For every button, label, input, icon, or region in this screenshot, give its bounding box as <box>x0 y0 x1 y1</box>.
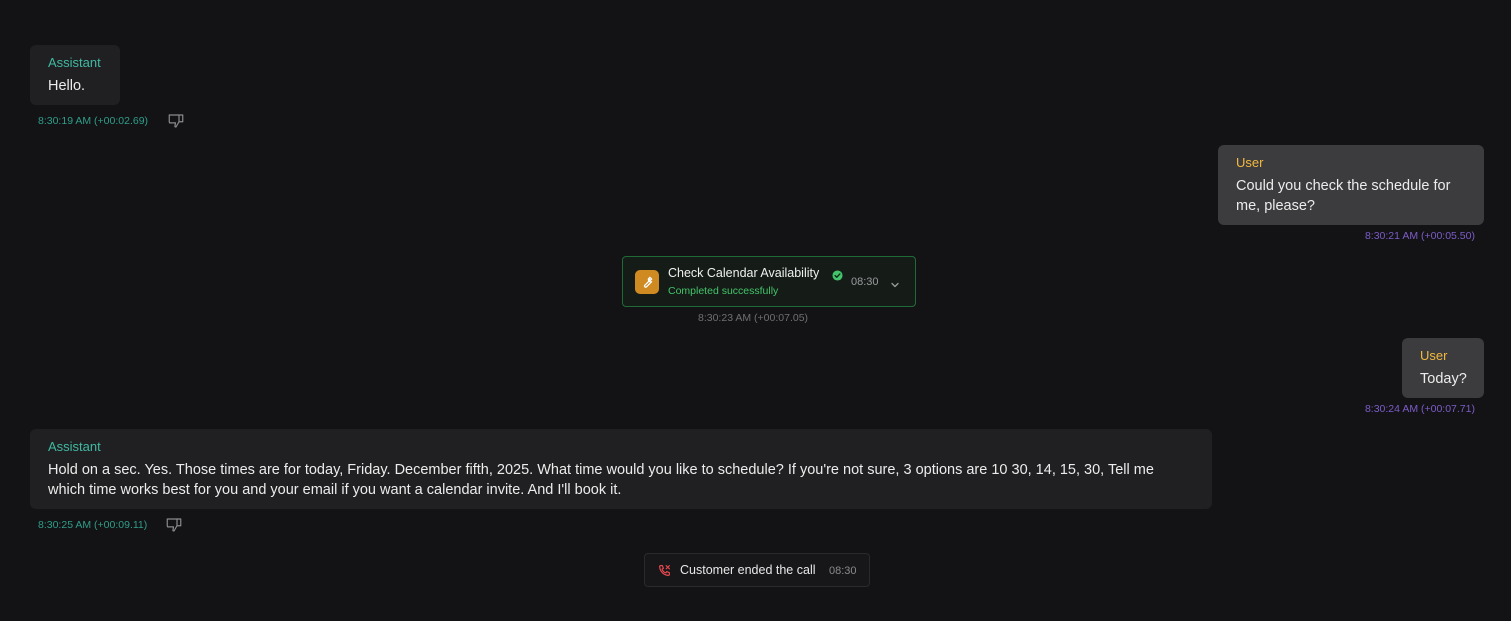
message-role-label: User <box>1236 155 1264 170</box>
message-text: Hold on a sec. Yes. Those times are for … <box>48 462 1154 498</box>
thumbs-down-icon[interactable] <box>163 515 185 535</box>
phone-hangup-icon <box>658 564 671 582</box>
tool-call-timestamp: 8:30:23 AM (+00:07.05) <box>698 312 809 324</box>
message-timestamp: 8:30:19 AM (+00:02.69) <box>38 115 149 127</box>
tool-call-time: 08:30 <box>851 276 879 288</box>
call-transcript: Assistant Hello. 8:30:19 AM (+00:02.69) … <box>0 0 1511 621</box>
tool-call-card[interactable]: Check Calendar Availability Completed su… <box>622 256 916 307</box>
assistant-message: Assistant Hold on a sec. Yes. Those time… <box>30 429 1212 509</box>
message-timestamp: 8:30:25 AM (+00:09.11) <box>38 519 148 531</box>
message-role-label: Assistant <box>48 439 101 454</box>
thumbs-down-icon[interactable] <box>165 111 187 131</box>
wrench-icon <box>635 270 659 294</box>
message-text: Today? <box>1420 371 1467 387</box>
user-message: User Could you check the schedule for me… <box>1218 145 1484 225</box>
user-message: User Today? <box>1402 338 1484 398</box>
message-text: Could you check the schedule for me, ple… <box>1236 178 1451 214</box>
chevron-down-icon[interactable] <box>890 277 900 295</box>
assistant-message: Assistant Hello. <box>30 45 120 105</box>
check-circle-icon <box>832 268 843 286</box>
message-role-label: Assistant <box>48 55 101 70</box>
message-timestamp: 8:30:24 AM (+00:07.71) <box>1364 403 1475 415</box>
message-role-label: User <box>1420 348 1448 363</box>
tool-call-name: Check Calendar Availability <box>668 266 820 280</box>
call-ended-text: Customer ended the call <box>680 563 816 577</box>
tool-call-status: Completed successfully <box>668 285 779 297</box>
message-timestamp: 8:30:21 AM (+00:05.50) <box>1364 230 1475 242</box>
call-ended-time: 08:30 <box>829 565 857 577</box>
call-ended-notice: Customer ended the call 08:30 <box>644 553 870 587</box>
message-text: Hello. <box>48 78 86 94</box>
